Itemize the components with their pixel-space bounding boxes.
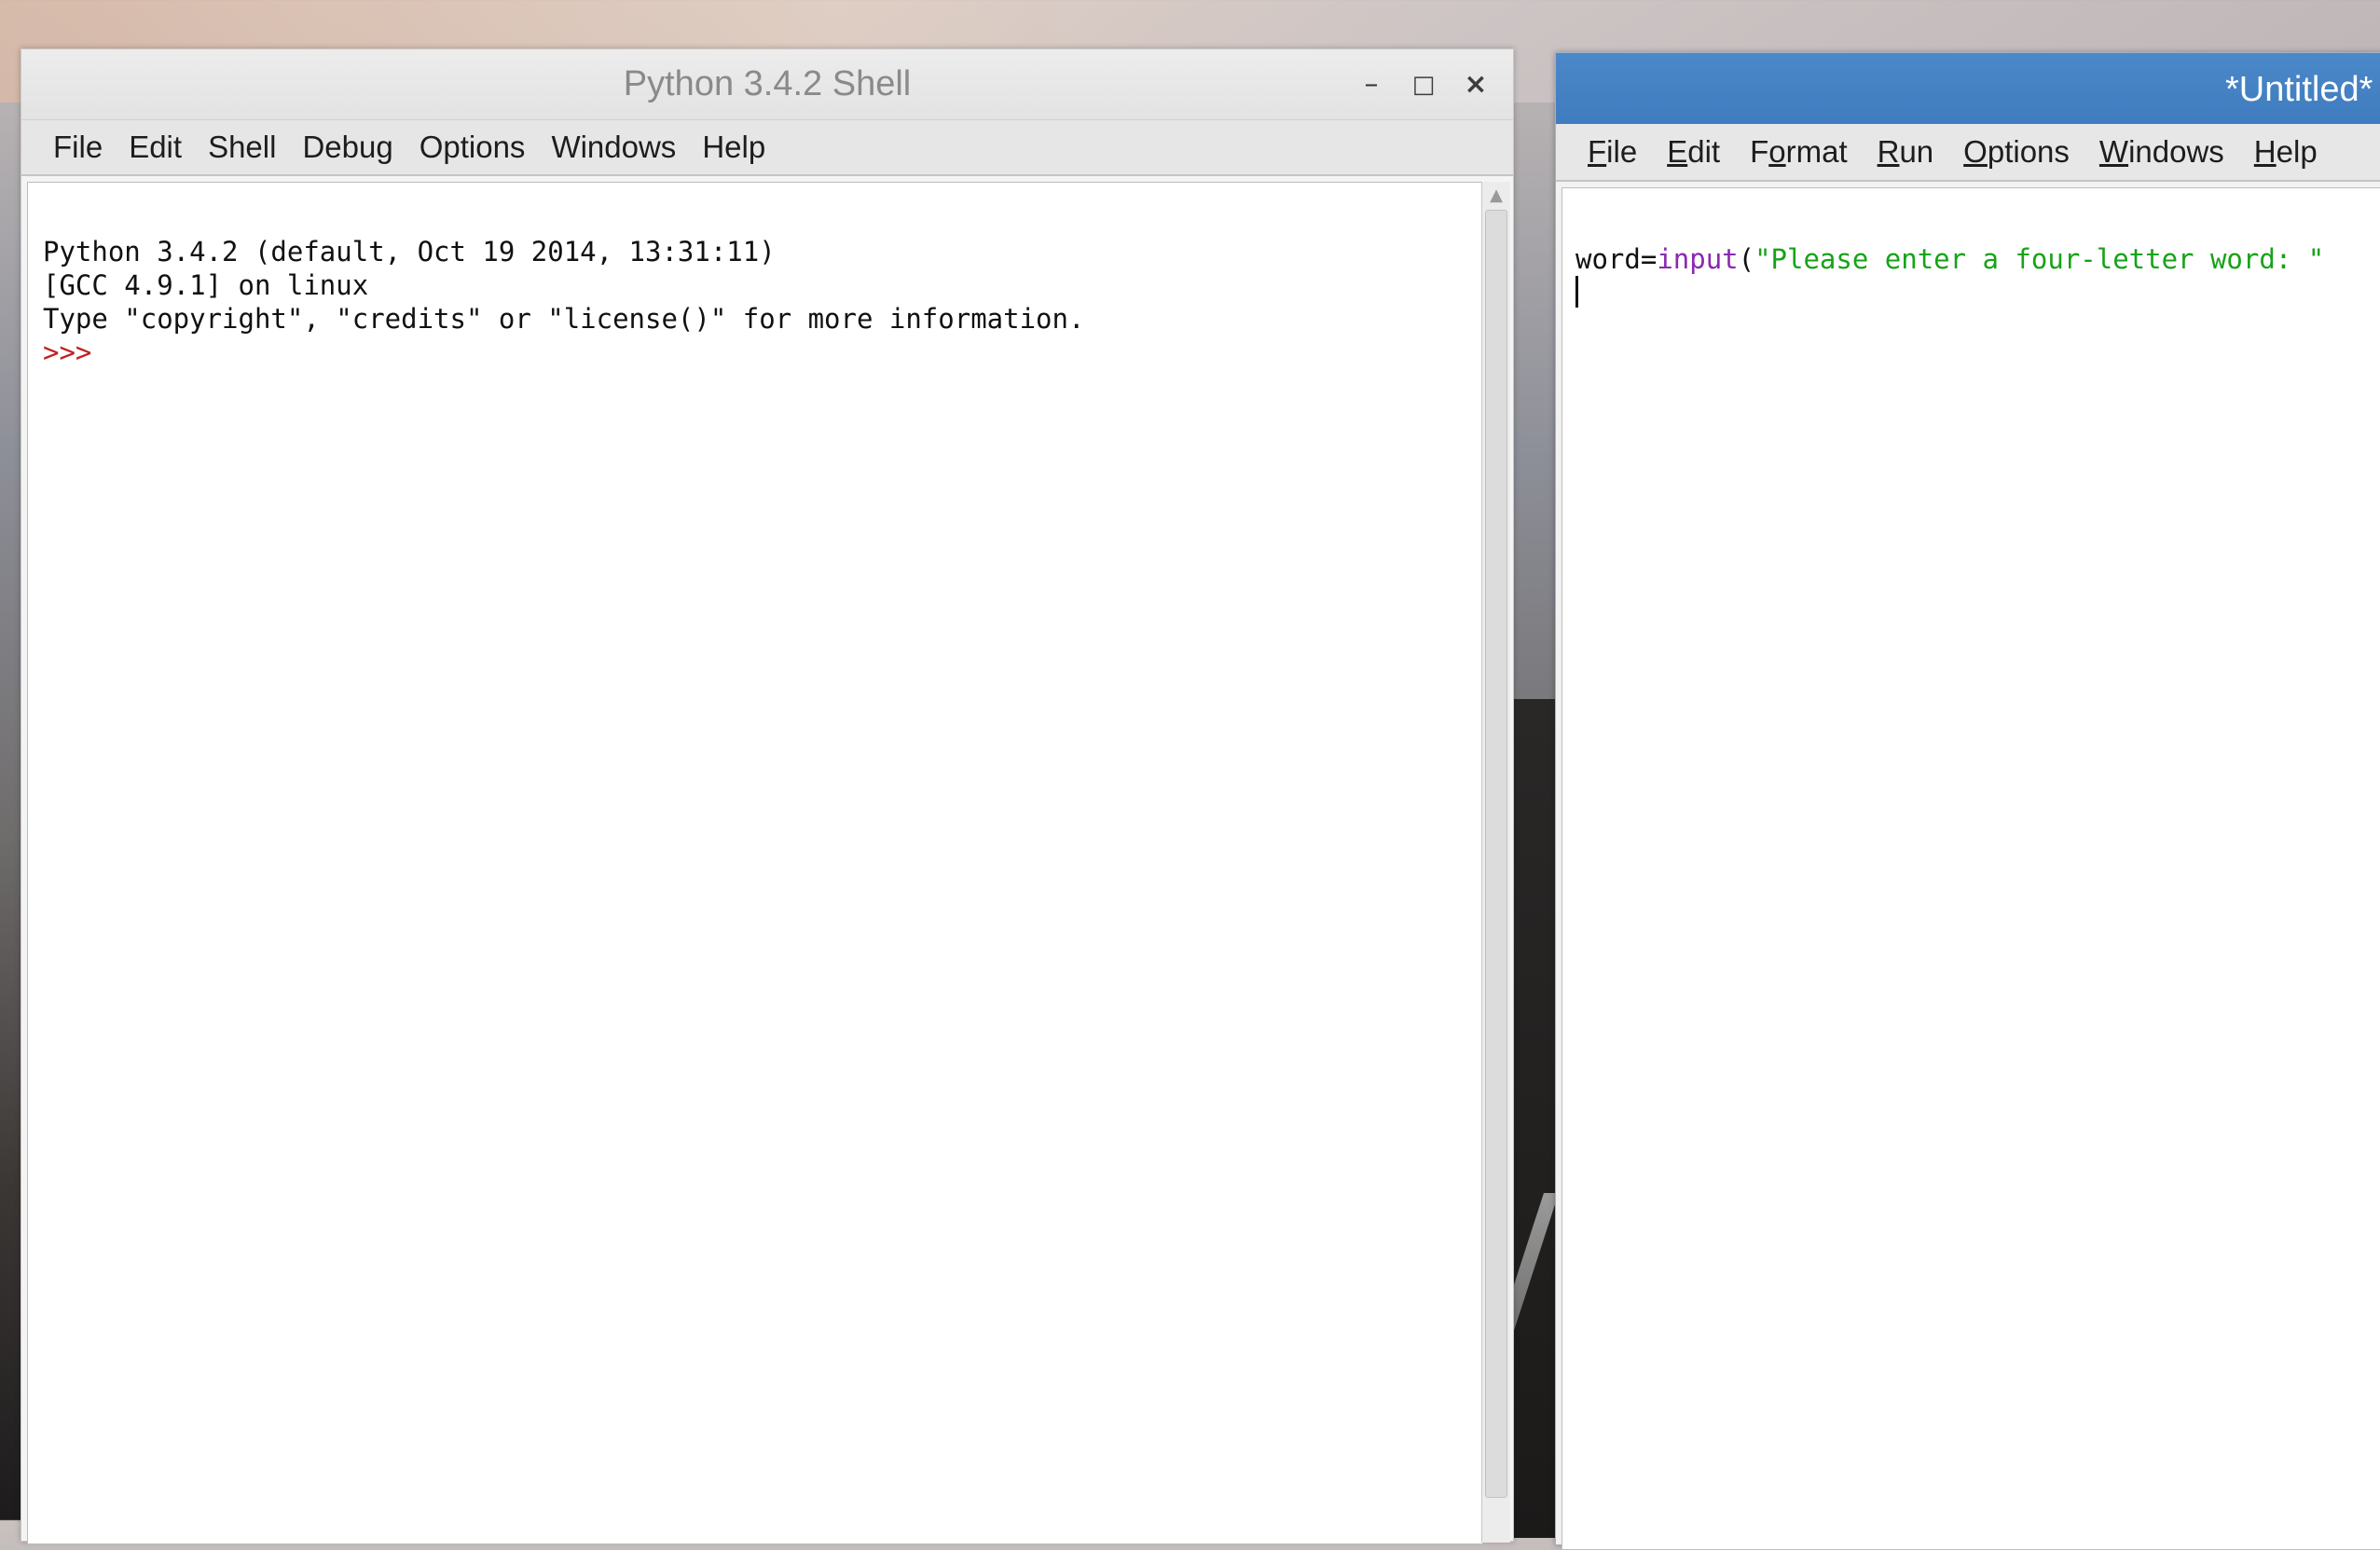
menu-label-rest: rmat xyxy=(1785,134,1848,169)
menu-label-rest: ptions xyxy=(1987,134,2070,169)
shell-menu-edit[interactable]: Edit xyxy=(116,126,195,169)
shell-menu-shell[interactable]: Shell xyxy=(195,126,289,169)
shell-menubar: File Edit Shell Debug Options Windows He… xyxy=(21,120,1513,176)
menu-mnemonic: o xyxy=(1768,134,1786,169)
code-line-cursor xyxy=(1564,276,2324,308)
editor-code: word=input("Please enter a four-letter w… xyxy=(1564,242,2324,308)
shell-output-line: [GCC 4.9.1] on linux xyxy=(43,269,369,301)
scroll-thumb[interactable] xyxy=(1485,210,1507,1498)
editor-menubar: File Edit Format Run Options Windows Hel… xyxy=(1556,124,2380,182)
menu-label-rest: dit xyxy=(1687,134,1721,169)
python-shell-window[interactable]: Python 3.4.2 Shell – □ × File Edit Shell… xyxy=(21,48,1514,1544)
shell-output: Python 3.4.2 (default, Oct 19 2014, 13:3… xyxy=(32,235,1084,369)
menu-mnemonic: W xyxy=(2098,134,2129,169)
menu-label-rest: un xyxy=(1899,134,1934,169)
code-variable: word= xyxy=(1575,243,1658,275)
editor-menu-options[interactable]: Options xyxy=(1948,130,2084,173)
shell-menu-debug[interactable]: Debug xyxy=(289,126,406,169)
shell-output-line: Type "copyright", "credits" or "license(… xyxy=(43,303,1085,335)
editor-window-title: *Untitled* xyxy=(2225,70,2373,109)
shell-scrollbar[interactable]: ▲ xyxy=(1481,182,1510,1543)
editor-menu-edit[interactable]: Edit xyxy=(1652,130,1735,173)
shell-output-line: Python 3.4.2 (default, Oct 19 2014, 13:3… xyxy=(43,236,776,267)
editor-menu-help[interactable]: Help xyxy=(2239,130,2332,173)
shell-menu-help[interactable]: Help xyxy=(689,126,778,169)
editor-menu-windows[interactable]: Windows xyxy=(2084,130,2239,173)
shell-titlebar[interactable]: Python 3.4.2 Shell – □ × xyxy=(21,49,1513,120)
shell-menu-windows[interactable]: Windows xyxy=(538,126,689,169)
menu-mnemonic: F xyxy=(1588,134,1607,169)
scroll-up-icon[interactable]: ▲ xyxy=(1486,185,1506,206)
editor-window[interactable]: *Untitled* File Edit Format Run Options … xyxy=(1555,52,2380,1550)
maximize-icon[interactable]: □ xyxy=(1405,66,1442,103)
minimize-icon[interactable]: – xyxy=(1353,66,1390,103)
code-line: word=input("Please enter a four-letter w… xyxy=(1575,242,2324,276)
menu-label-rest: indows xyxy=(2128,134,2224,169)
menu-mnemonic: R xyxy=(1877,134,1900,169)
menu-label-rest: elp xyxy=(2276,134,2318,169)
menu-mnemonic: E xyxy=(1667,134,1688,169)
code-paren: ( xyxy=(1738,243,1755,275)
shell-prompt: >>> xyxy=(43,336,92,368)
editor-titlebar[interactable]: *Untitled* xyxy=(1556,53,2380,124)
code-builtin-function: input xyxy=(1657,243,1739,275)
editor-menu-format[interactable]: Format xyxy=(1735,130,1863,173)
close-icon[interactable]: × xyxy=(1457,66,1494,103)
code-string: "Please enter a four-letter word: " xyxy=(1754,243,2325,275)
editor-menu-file[interactable]: File xyxy=(1573,130,1652,173)
menu-mnemonic: H xyxy=(2253,134,2277,169)
editor-menu-run[interactable]: Run xyxy=(1863,130,1949,173)
text-cursor xyxy=(1575,276,1578,308)
menu-label-pre: F xyxy=(1750,134,1769,169)
shell-menu-file[interactable]: File xyxy=(40,126,116,169)
shell-window-title: Python 3.4.2 Shell xyxy=(623,64,912,103)
editor-text-area[interactable]: word=input("Please enter a four-letter w… xyxy=(1561,187,2380,1550)
shell-text-area[interactable]: Python 3.4.2 (default, Oct 19 2014, 13:3… xyxy=(27,182,1483,1544)
menu-mnemonic: O xyxy=(1963,134,1988,169)
shell-menu-options[interactable]: Options xyxy=(406,126,539,169)
menu-label-rest: ile xyxy=(1606,134,1638,169)
